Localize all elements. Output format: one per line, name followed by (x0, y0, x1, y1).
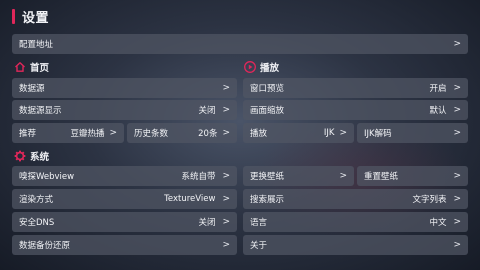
secure-dns-label: 安全DNS (19, 218, 55, 228)
render-mode-value: TextureView (164, 194, 216, 204)
data-source-label: 数据源 (19, 84, 45, 94)
history-count-row[interactable]: 历史条数 20条 > (127, 123, 237, 143)
sniff-webview-label: 嗅探Webview (19, 172, 75, 182)
chevron-right-icon: > (339, 171, 347, 181)
change-wallpaper-label: 更换壁纸 (250, 172, 285, 182)
title-accent-bar (12, 9, 15, 24)
screen-scale-label: 画面缩放 (250, 106, 285, 116)
chevron-right-icon: > (453, 128, 461, 138)
search-display-label: 搜索展示 (250, 195, 285, 205)
player-label: 播放 (250, 129, 268, 139)
recommend-row[interactable]: 推荐 豆瓣热播 > (12, 123, 124, 143)
sniff-webview-row[interactable]: 嗅探Webview 系统自带 > (12, 166, 237, 186)
backup-restore-row[interactable]: 数据备份还原 > (12, 235, 237, 255)
section-home: 首页 (14, 60, 49, 74)
chevron-right-icon: > (222, 240, 230, 250)
data-source-display-value: 关闭 (198, 106, 216, 116)
screen-scale-row[interactable]: 画面缩放 默认 > (243, 100, 468, 120)
sniff-webview-value: 系统自带 (181, 172, 216, 182)
player-value: IJK (323, 128, 335, 138)
search-display-row[interactable]: 搜索展示 文字列表 > (243, 189, 468, 209)
change-wallpaper-row[interactable]: 更换壁纸 > (243, 166, 354, 186)
chevron-right-icon: > (453, 105, 461, 115)
language-label: 语言 (250, 218, 268, 228)
chevron-right-icon: > (339, 128, 347, 138)
recommend-value: 豆瓣热播 (70, 129, 105, 139)
window-preview-label: 窗口预览 (250, 84, 285, 94)
window-preview-row[interactable]: 窗口预览 开启 > (243, 78, 468, 98)
history-count-label: 历史条数 (134, 129, 169, 139)
window-preview-value: 开启 (429, 84, 447, 94)
chevron-right-icon: > (453, 194, 461, 204)
config-address-row[interactable]: 配置地址 > (12, 34, 468, 54)
chevron-right-icon: > (453, 217, 461, 227)
page-header: 设置 (12, 7, 49, 26)
ijk-decode-label: IJK解码 (364, 129, 392, 139)
chevron-right-icon: > (109, 128, 117, 138)
search-display-value: 文字列表 (412, 195, 447, 205)
secure-dns-row[interactable]: 安全DNS 关闭 > (12, 212, 237, 232)
chevron-right-icon: > (222, 194, 230, 204)
section-home-title: 首页 (30, 63, 50, 74)
recommend-label: 推荐 (19, 129, 37, 139)
gear-icon (14, 150, 26, 162)
data-source-display-label: 数据源显示 (19, 106, 62, 116)
chevron-right-icon: > (453, 240, 461, 250)
reset-wallpaper-label: 重置壁纸 (364, 172, 399, 182)
play-circle-icon (244, 61, 256, 73)
section-system: 系统 (14, 149, 49, 163)
about-row[interactable]: 关于 > (243, 235, 468, 255)
config-address-label: 配置地址 (19, 40, 54, 50)
home-icon (14, 61, 26, 73)
chevron-right-icon: > (453, 39, 461, 49)
reset-wallpaper-row[interactable]: 重置壁纸 > (357, 166, 468, 186)
page-title: 设置 (22, 11, 50, 26)
section-play: 播放 (244, 60, 279, 74)
chevron-right-icon: > (222, 83, 230, 93)
language-value: 中文 (429, 218, 447, 228)
about-label: 关于 (250, 241, 268, 251)
player-row[interactable]: 播放 IJK > (243, 123, 354, 143)
chevron-right-icon: > (222, 128, 230, 138)
data-source-display-row[interactable]: 数据源显示 关闭 > (12, 100, 237, 120)
render-mode-label: 渲染方式 (19, 195, 54, 205)
chevron-right-icon: > (222, 105, 230, 115)
chevron-right-icon: > (222, 171, 230, 181)
data-source-row[interactable]: 数据源 > (12, 78, 237, 98)
section-play-title: 播放 (260, 63, 280, 74)
section-system-title: 系统 (30, 152, 50, 163)
language-row[interactable]: 语言 中文 > (243, 212, 468, 232)
history-count-value: 20条 (198, 129, 218, 139)
ijk-decode-row[interactable]: IJK解码 > (357, 123, 468, 143)
chevron-right-icon: > (453, 83, 461, 93)
render-mode-row[interactable]: 渲染方式 TextureView > (12, 189, 237, 209)
chevron-right-icon: > (222, 217, 230, 227)
chevron-right-icon: > (453, 171, 461, 181)
secure-dns-value: 关闭 (198, 218, 216, 228)
backup-restore-label: 数据备份还原 (19, 241, 71, 251)
screen-scale-value: 默认 (429, 106, 447, 116)
